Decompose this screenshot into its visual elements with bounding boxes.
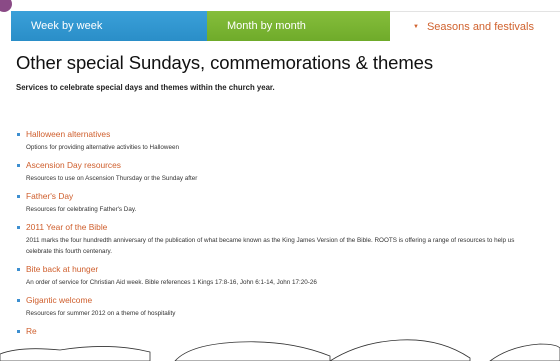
item-link[interactable]: 2011 Year of the Bible [26, 222, 107, 232]
item-description: An order of service for Christian Aid we… [26, 279, 317, 286]
tab-seasons-and-festivals[interactable]: ▼ Seasons and festivals [390, 11, 560, 42]
tab-seasons-label: Seasons and festivals [426, 21, 534, 33]
item-link[interactable]: Father's Day [26, 191, 73, 201]
bullet-icon [17, 225, 20, 229]
page-title: Other special Sundays, commemorations & … [16, 52, 433, 73]
bullet-icon [17, 329, 20, 333]
tab-week-label: Week by week [31, 20, 103, 32]
bullet-icon [17, 298, 20, 302]
torn-edge-overlay [0, 339, 560, 361]
tab-bar: Week by week Month by month ▼ Seasons an… [11, 11, 560, 42]
page-intro: Services to celebrate special days and t… [16, 83, 275, 92]
item-link[interactable]: Halloween alternatives [26, 129, 110, 139]
item-link[interactable]: Ascension Day resources [26, 160, 121, 170]
bullet-icon [17, 163, 20, 167]
bullet-icon [17, 132, 20, 136]
item-description: Resources for summer 2012 on a theme of … [26, 310, 176, 317]
item-link[interactable]: Re [26, 326, 37, 336]
bullet-icon [17, 267, 20, 271]
bullet-icon [17, 194, 20, 198]
item-description: Options for providing alternative activi… [26, 144, 179, 151]
list-item: Bite back at hunger An order of service … [17, 263, 537, 288]
item-description: Resources for celebrating Father's Day. [26, 206, 137, 213]
tab-week-by-week[interactable]: Week by week [11, 11, 207, 41]
list-item: Father's Day Resources for celebrating F… [17, 190, 537, 215]
item-description: Resources to use on Ascension Thursday o… [26, 175, 198, 182]
item-link[interactable]: Gigantic welcome [26, 295, 92, 305]
down-triangle-icon: ▼ [413, 24, 419, 30]
main-content: Other special Sundays, commemorations & … [16, 52, 546, 92]
special-sundays-list: Halloween alternatives Options for provi… [17, 128, 537, 343]
list-item: Gigantic welcome Resources for summer 20… [17, 294, 537, 319]
item-link[interactable]: Bite back at hunger [26, 264, 98, 274]
list-item: Halloween alternatives Options for provi… [17, 128, 537, 153]
list-item: Ascension Day resources Resources to use… [17, 159, 537, 184]
tab-month-label: Month by month [227, 20, 306, 32]
tab-month-by-month[interactable]: Month by month [207, 11, 390, 41]
list-item: 2011 Year of the Bible 2011 marks the fo… [17, 221, 537, 257]
item-description: 2011 marks the four hundredth anniversar… [26, 237, 515, 255]
